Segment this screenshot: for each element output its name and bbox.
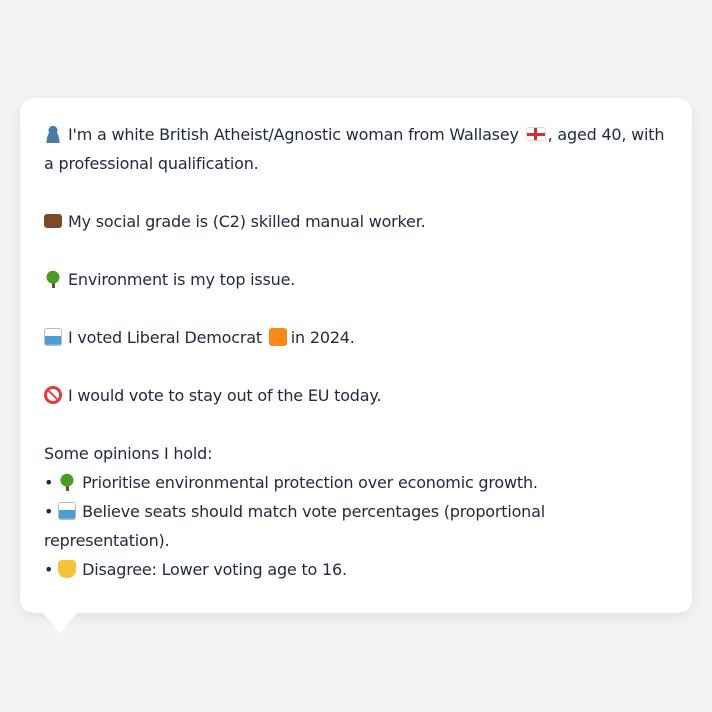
ballot-box-icon <box>44 328 62 346</box>
opinion-item: • Prioritise environmental protection ov… <box>44 468 668 497</box>
opinion-text: Believe seats should match vote percenta… <box>44 502 545 550</box>
thumbs-down-icon <box>58 560 77 578</box>
orange-square-icon <box>268 328 287 346</box>
tree-icon <box>44 270 62 288</box>
opinion-text: Disagree: Lower voting age to 16. <box>82 560 347 579</box>
eu-line: I would vote to stay out of the EU today… <box>44 381 668 410</box>
bullet: • <box>44 560 54 579</box>
briefcase-icon <box>44 214 62 228</box>
eu-text: I would vote to stay out of the EU today… <box>68 386 382 405</box>
no-entry-icon <box>44 386 62 404</box>
vote-year-text: in 2024. <box>290 328 355 347</box>
social-grade-line: My social grade is (C2) skilled manual w… <box>44 207 668 236</box>
opinion-item: • Believe seats should match vote percen… <box>44 497 668 555</box>
top-issue-line: Environment is my top issue. <box>44 265 668 294</box>
social-grade-text: My social grade is (C2) skilled manual w… <box>68 212 426 231</box>
opinions-heading: Some opinions I hold: <box>44 444 213 463</box>
bullet: • <box>44 502 54 521</box>
identity-line: I'm a white British Atheist/Agnostic wom… <box>44 120 668 178</box>
vote-text: I voted Liberal Democrat <box>68 328 262 347</box>
vote-line: I voted Liberal Democrat in 2024. <box>44 323 668 352</box>
bullet: • <box>44 473 54 492</box>
top-issue-text: Environment is my top issue. <box>68 270 296 289</box>
opinion-item: • Disagree: Lower voting age to 16. <box>44 555 668 584</box>
person-icon <box>44 125 62 143</box>
tree-icon <box>58 473 77 491</box>
opinion-text: Prioritise environmental protection over… <box>82 473 538 492</box>
england-flag-icon <box>525 127 546 141</box>
identity-text: I'm a white British Atheist/Agnostic wom… <box>68 125 519 144</box>
bubble-tail <box>42 612 78 633</box>
persona-message-bubble: I'm a white British Atheist/Agnostic wom… <box>20 98 692 613</box>
ballot-box-icon <box>58 502 77 520</box>
